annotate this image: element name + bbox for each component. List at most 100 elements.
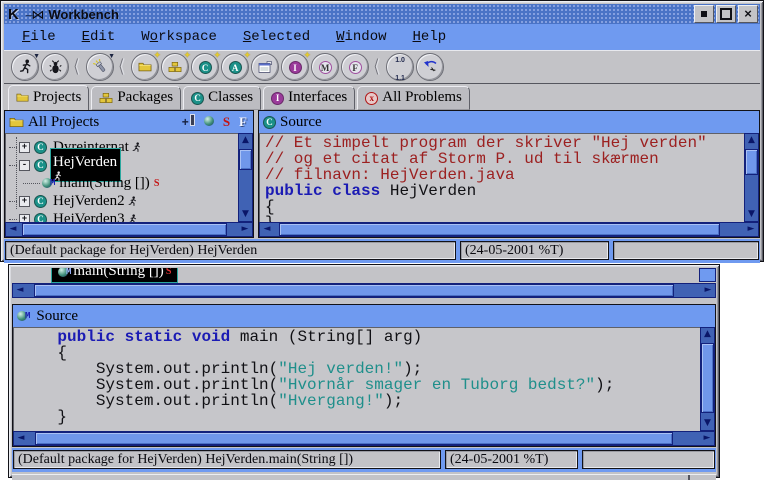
tab-projects[interactable]: Projects [8, 85, 89, 110]
scroll-right-icon[interactable]: ► [744, 223, 758, 236]
method-tree-h-scrollbar[interactable]: ◄► [12, 283, 716, 298]
method-source-h-scrollbar-track[interactable] [28, 432, 700, 445]
menu-bar: File Edit Workspace Selected Window Help [4, 24, 760, 50]
tree-item-dyreinternat[interactable]: +CDyreinternat [5, 138, 238, 156]
panel-tools: + SF [182, 114, 249, 131]
menu-item-help[interactable]: Help [413, 29, 447, 45]
add-view-button[interactable]: + [182, 114, 195, 131]
scroll-left-icon[interactable]: ◄ [6, 223, 20, 236]
menu-item-window[interactable]: Window [336, 29, 386, 45]
class-icon: C [263, 116, 276, 129]
status-context: (Default package for HejVerden) HejVerde… [5, 241, 456, 260]
scroll-left-icon[interactable]: ◄ [14, 432, 28, 445]
files-flag-button[interactable]: F [239, 114, 247, 131]
expander-icon[interactable]: + [19, 142, 30, 153]
class-source-h-scrollbar-track[interactable] [274, 223, 744, 236]
scrollbar-fragment[interactable] [699, 268, 716, 282]
class-source-v-scrollbar-thumb[interactable] [745, 149, 758, 175]
k-menu-button[interactable]: K [6, 6, 21, 23]
maximize-button[interactable] [716, 5, 736, 23]
tab-classes[interactable]: CClasses [183, 86, 261, 110]
tab-interfaces[interactable]: IInterfaces [263, 86, 355, 110]
project-tree-v-scrollbar-thumb[interactable] [239, 149, 252, 170]
method-tree-h-scrollbar-thumb[interactable] [34, 284, 674, 297]
tree-item-hejverden2[interactable]: +CHejVerden2 [5, 192, 238, 210]
new-sparkle-icon: ✦ [154, 50, 162, 61]
method-source-h-scrollbar-thumb[interactable] [35, 432, 673, 445]
scroll-down-icon[interactable]: ▼ [701, 417, 714, 430]
panel-area: All Projects +SF +CDyreinternat-CHejVerd… [4, 110, 760, 238]
scroll-left-icon[interactable]: ◄ [13, 284, 27, 297]
close-button[interactable]: × [738, 5, 758, 23]
resize-bar[interactable] [12, 474, 716, 480]
sticky-pin-icon[interactable] [26, 8, 44, 21]
tree-item-hejverden3[interactable]: +CHejVerden3 [5, 210, 238, 222]
expander-icon[interactable]: + [19, 214, 30, 223]
menu-item-edit[interactable]: Edit [82, 29, 116, 45]
method-source-code[interactable]: public static void main (String[] arg) {… [13, 327, 700, 431]
method-source-v-scrollbar-track[interactable] [701, 341, 714, 417]
selected-method-row[interactable]: M main(String []) S [52, 268, 177, 282]
tab-all-problems[interactable]: xAll Problems [357, 86, 470, 110]
dropdown-caret-icon: ▼ [108, 52, 115, 60]
jdk-version-button[interactable]: 1.01.1 [386, 53, 414, 81]
menu-item-selected[interactable]: Selected [243, 29, 310, 45]
debug-button[interactable] [41, 53, 69, 81]
class-source-h-scrollbar[interactable]: ◄► [259, 222, 759, 237]
source-flag-button[interactable]: S [223, 114, 230, 131]
new-form-button[interactable] [251, 53, 279, 81]
tab-packages[interactable]: Packages [91, 86, 181, 110]
tree-item-main-string[interactable]: Mmain(String [])S [5, 174, 238, 192]
class-source-code[interactable]: // Et simpelt program der skriver "Hej v… [259, 133, 744, 222]
new-package-button[interactable]: ✦ [161, 53, 189, 81]
new-field-icon: F [349, 58, 362, 76]
search-button[interactable]: ▼ [86, 53, 114, 81]
class-source-h-scrollbar-thumb[interactable] [279, 223, 721, 236]
scroll-left-icon[interactable]: ◄ [260, 223, 274, 236]
project-tree-h-scrollbar[interactable]: ◄► [5, 222, 253, 237]
method-tree-h-scrollbar-track[interactable] [27, 284, 701, 297]
scroll-up-icon[interactable]: ▲ [701, 328, 714, 341]
project-tree-h-scrollbar-track[interactable] [20, 223, 238, 236]
tab-label: Interfaces [288, 89, 347, 106]
tree-item-hejverden[interactable]: -CHejVerden [5, 156, 238, 174]
new-method-button[interactable]: M [311, 53, 339, 81]
new-project-button[interactable]: ✦ [131, 53, 159, 81]
new-field-button[interactable]: F [341, 53, 369, 81]
scroll-right-icon[interactable]: ► [700, 432, 714, 445]
scroll-down-icon[interactable]: ▼ [239, 208, 252, 221]
scroll-up-icon[interactable]: ▲ [745, 134, 758, 147]
menu-item-workspace[interactable]: Workspace [141, 29, 217, 45]
run-button[interactable]: ▼ [11, 53, 39, 81]
new-interface-button[interactable]: I✦ [281, 53, 309, 81]
maximize-icon [720, 8, 732, 20]
project-tree-v-scrollbar[interactable]: ▲▼ [238, 133, 253, 222]
method-source-header: M Source [13, 305, 715, 327]
title-bar[interactable]: K Workbench × [4, 4, 760, 24]
class-source-v-scrollbar-track[interactable] [745, 147, 758, 208]
menu-item-file[interactable]: File [22, 29, 56, 45]
scroll-up-icon[interactable]: ▲ [239, 134, 252, 147]
scroll-right-icon[interactable]: ► [238, 223, 252, 236]
project-tree-h-scrollbar-thumb[interactable] [22, 223, 227, 236]
workbench-status-bar: (Default package for HejVerden) HejVerde… [4, 239, 760, 263]
project-tree-v-scrollbar-track[interactable] [239, 147, 252, 208]
minimize-button[interactable] [694, 5, 714, 23]
sync-button[interactable] [204, 114, 214, 131]
scroll-down-icon[interactable]: ▼ [745, 208, 758, 221]
jdk-version-icon: 1.01.1 [395, 49, 405, 85]
method-source-v-scrollbar[interactable]: ▲▼ [700, 327, 715, 431]
class-source-v-scrollbar[interactable]: ▲▼ [744, 133, 759, 222]
expander-icon[interactable]: - [19, 160, 30, 171]
new-sparkle-icon: ✦ [244, 50, 252, 61]
new-class-button[interactable]: C✦ [191, 53, 219, 81]
status-extra [613, 241, 759, 260]
method-source-h-scrollbar[interactable]: ◄► [13, 431, 715, 446]
new-applet-button[interactable]: A✦ [221, 53, 249, 81]
expander-icon[interactable]: + [19, 196, 30, 207]
project-tree: +CDyreinternat-CHejVerdenMmain(String []… [5, 133, 238, 222]
scroll-right-icon[interactable]: ► [701, 284, 715, 297]
method-source-v-scrollbar-thumb[interactable] [701, 343, 714, 413]
tab-bar: ProjectsPackagesCClassesIInterfacesxAll … [4, 84, 760, 110]
code-generation-button[interactable] [416, 53, 444, 81]
